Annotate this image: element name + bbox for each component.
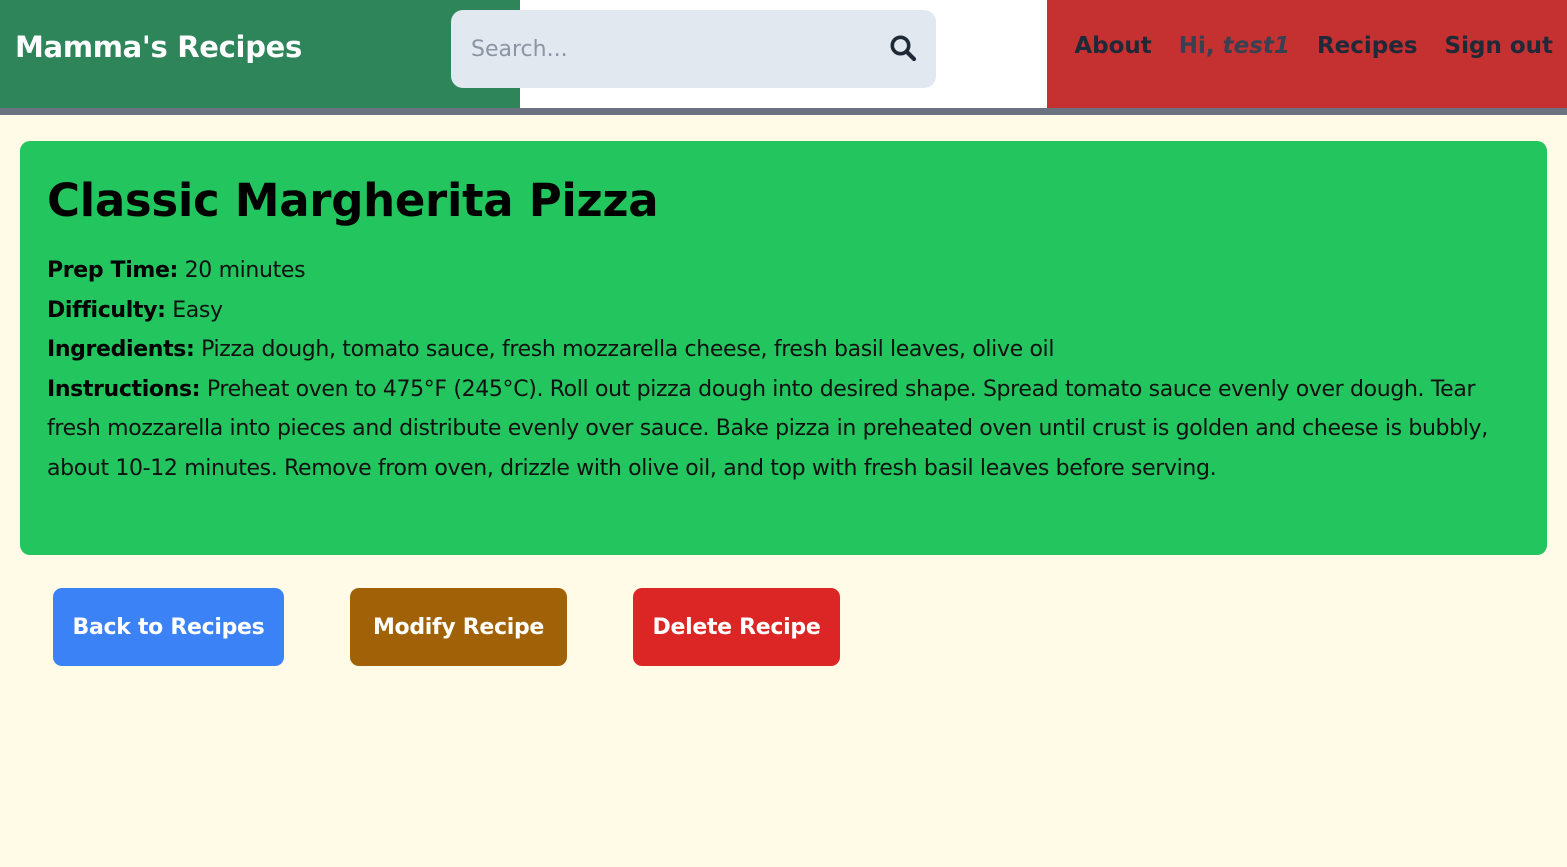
greeting-prefix: Hi, bbox=[1178, 33, 1223, 59]
prep-time-value: 20 minutes bbox=[184, 258, 306, 283]
recipe-card: Classic Margherita Pizza Prep Time: 20 m… bbox=[20, 141, 1547, 555]
difficulty-label: Difficulty: bbox=[47, 297, 166, 323]
nav-link-sign-out[interactable]: Sign out bbox=[1445, 33, 1553, 59]
search-input[interactable] bbox=[451, 10, 871, 88]
ingredients-label: Ingredients: bbox=[47, 337, 195, 362]
back-to-recipes-button[interactable]: Back to Recipes bbox=[53, 588, 284, 666]
search-button[interactable] bbox=[881, 28, 925, 70]
nav-link-recipes[interactable]: Recipes bbox=[1317, 33, 1418, 59]
navbar-red-section: About Hi, test1 Recipes Sign out bbox=[1047, 0, 1567, 108]
recipe-title: Classic Margherita Pizza bbox=[47, 174, 659, 227]
instructions-value: Preheat oven to 475°F (245°C). Roll out … bbox=[47, 376, 1488, 481]
nav-links: About Hi, test1 Recipes Sign out bbox=[1074, 33, 1553, 59]
ingredients-value: Pizza dough, tomato sauce, fresh mozzare… bbox=[201, 337, 1055, 362]
navbar-green-section: Mamma's Recipes bbox=[0, 0, 520, 108]
brand-logo[interactable]: Mamma's Recipes bbox=[15, 30, 302, 64]
prep-time-field: Prep Time: 20 minutes bbox=[47, 251, 1520, 291]
delete-recipe-button[interactable]: Delete Recipe bbox=[633, 588, 840, 666]
modify-recipe-button[interactable]: Modify Recipe bbox=[350, 588, 567, 666]
username: test1 bbox=[1222, 33, 1290, 59]
user-greeting: Hi, test1 bbox=[1179, 33, 1290, 59]
prep-time-label: Prep Time: bbox=[47, 258, 178, 283]
nav-link-about[interactable]: About bbox=[1074, 33, 1151, 59]
ingredients-field: Ingredients: Pizza dough, tomato sauce, … bbox=[47, 330, 1520, 370]
navbar-bottom-border bbox=[0, 108, 1567, 115]
search-icon bbox=[890, 35, 917, 61]
difficulty-value: Easy bbox=[172, 297, 223, 323]
instructions-field: Instructions: Preheat oven to 475°F (245… bbox=[47, 370, 1520, 489]
instructions-label: Instructions: bbox=[47, 376, 201, 402]
difficulty-field: Difficulty: Easy bbox=[47, 291, 1520, 331]
search-bar bbox=[451, 10, 936, 88]
